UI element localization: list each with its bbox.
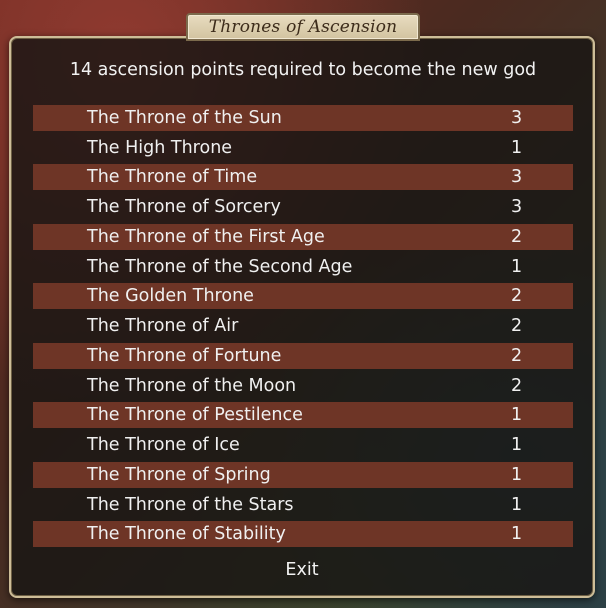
throne-points: 2	[511, 286, 523, 307]
throne-name: The Throne of the First Age	[87, 226, 325, 247]
throne-row[interactable]: The Throne of the Moon 2	[33, 371, 573, 401]
throne-points: 1	[511, 405, 523, 426]
exit-button[interactable]: Exit	[270, 556, 334, 584]
throne-points: 2	[511, 316, 523, 337]
throne-row[interactable]: The Throne of the Second Age 1	[33, 252, 573, 282]
throne-points: 3	[511, 197, 523, 218]
throne-row[interactable]: The Throne of Pestilence 1	[33, 402, 573, 429]
throne-name: The Throne of Sorcery	[87, 197, 281, 218]
throne-points: 3	[511, 107, 523, 128]
throne-points: 1	[511, 524, 523, 545]
throne-name: The Throne of Spring	[87, 464, 271, 485]
throne-list: The Throne of the Sun 3 The High Throne 1 Th…	[33, 103, 573, 549]
throne-points: 1	[511, 137, 523, 158]
throne-row[interactable]: The Throne of Sorcery 3	[33, 192, 573, 222]
throne-name: The Throne of the Sun	[87, 107, 282, 128]
throne-name: The Throne of Time	[87, 167, 258, 188]
throne-points: 2	[511, 345, 523, 366]
throne-name: The Throne of the Stars	[87, 494, 294, 515]
throne-row[interactable]: The Throne of the First Age 2	[33, 223, 573, 250]
throne-points: 3	[511, 167, 523, 188]
throne-points: 1	[511, 464, 523, 485]
throne-name: The Throne of the Second Age	[87, 256, 353, 277]
throne-row[interactable]: The Throne of Spring 1	[33, 461, 573, 488]
throne-name: The Throne of Stability	[87, 524, 286, 545]
throne-name: The Throne of Pestilence	[87, 405, 303, 426]
throne-name: The Throne of Air	[87, 316, 239, 337]
throne-name: The High Throne	[87, 137, 233, 158]
throne-points: 1	[511, 256, 523, 277]
dialog-title-plate: Thrones of Ascension	[186, 13, 420, 41]
throne-row[interactable]: The Throne of Ice 1	[33, 430, 573, 460]
throne-name: The Throne of the Moon	[87, 375, 297, 396]
throne-name: The Throne of Ice	[87, 435, 240, 456]
throne-row[interactable]: The Throne of Stability 1	[33, 521, 573, 548]
dialog-title: Thrones of Ascension	[208, 17, 398, 37]
throne-row[interactable]: The Throne of Fortune 2	[33, 342, 573, 369]
throne-row[interactable]: The Throne of Time 3	[33, 164, 573, 191]
throne-points: 1	[511, 494, 523, 515]
throne-row[interactable]: The Throne of the Stars 1	[33, 490, 573, 520]
throne-points: 2	[511, 226, 523, 247]
throne-points: 1	[511, 435, 523, 456]
throne-row[interactable]: The Throne of Air 2	[33, 311, 573, 341]
throne-row[interactable]: The Throne of the Sun 3	[33, 104, 573, 131]
throne-row[interactable]: The Golden Throne 2	[33, 283, 573, 310]
throne-points: 2	[511, 375, 523, 396]
throne-row[interactable]: The High Throne 1	[33, 133, 573, 163]
ascension-requirement-text: 14 ascension points required to become t…	[69, 60, 537, 80]
throne-name: The Throne of Fortune	[87, 345, 282, 366]
throne-name: The Golden Throne	[87, 286, 254, 307]
